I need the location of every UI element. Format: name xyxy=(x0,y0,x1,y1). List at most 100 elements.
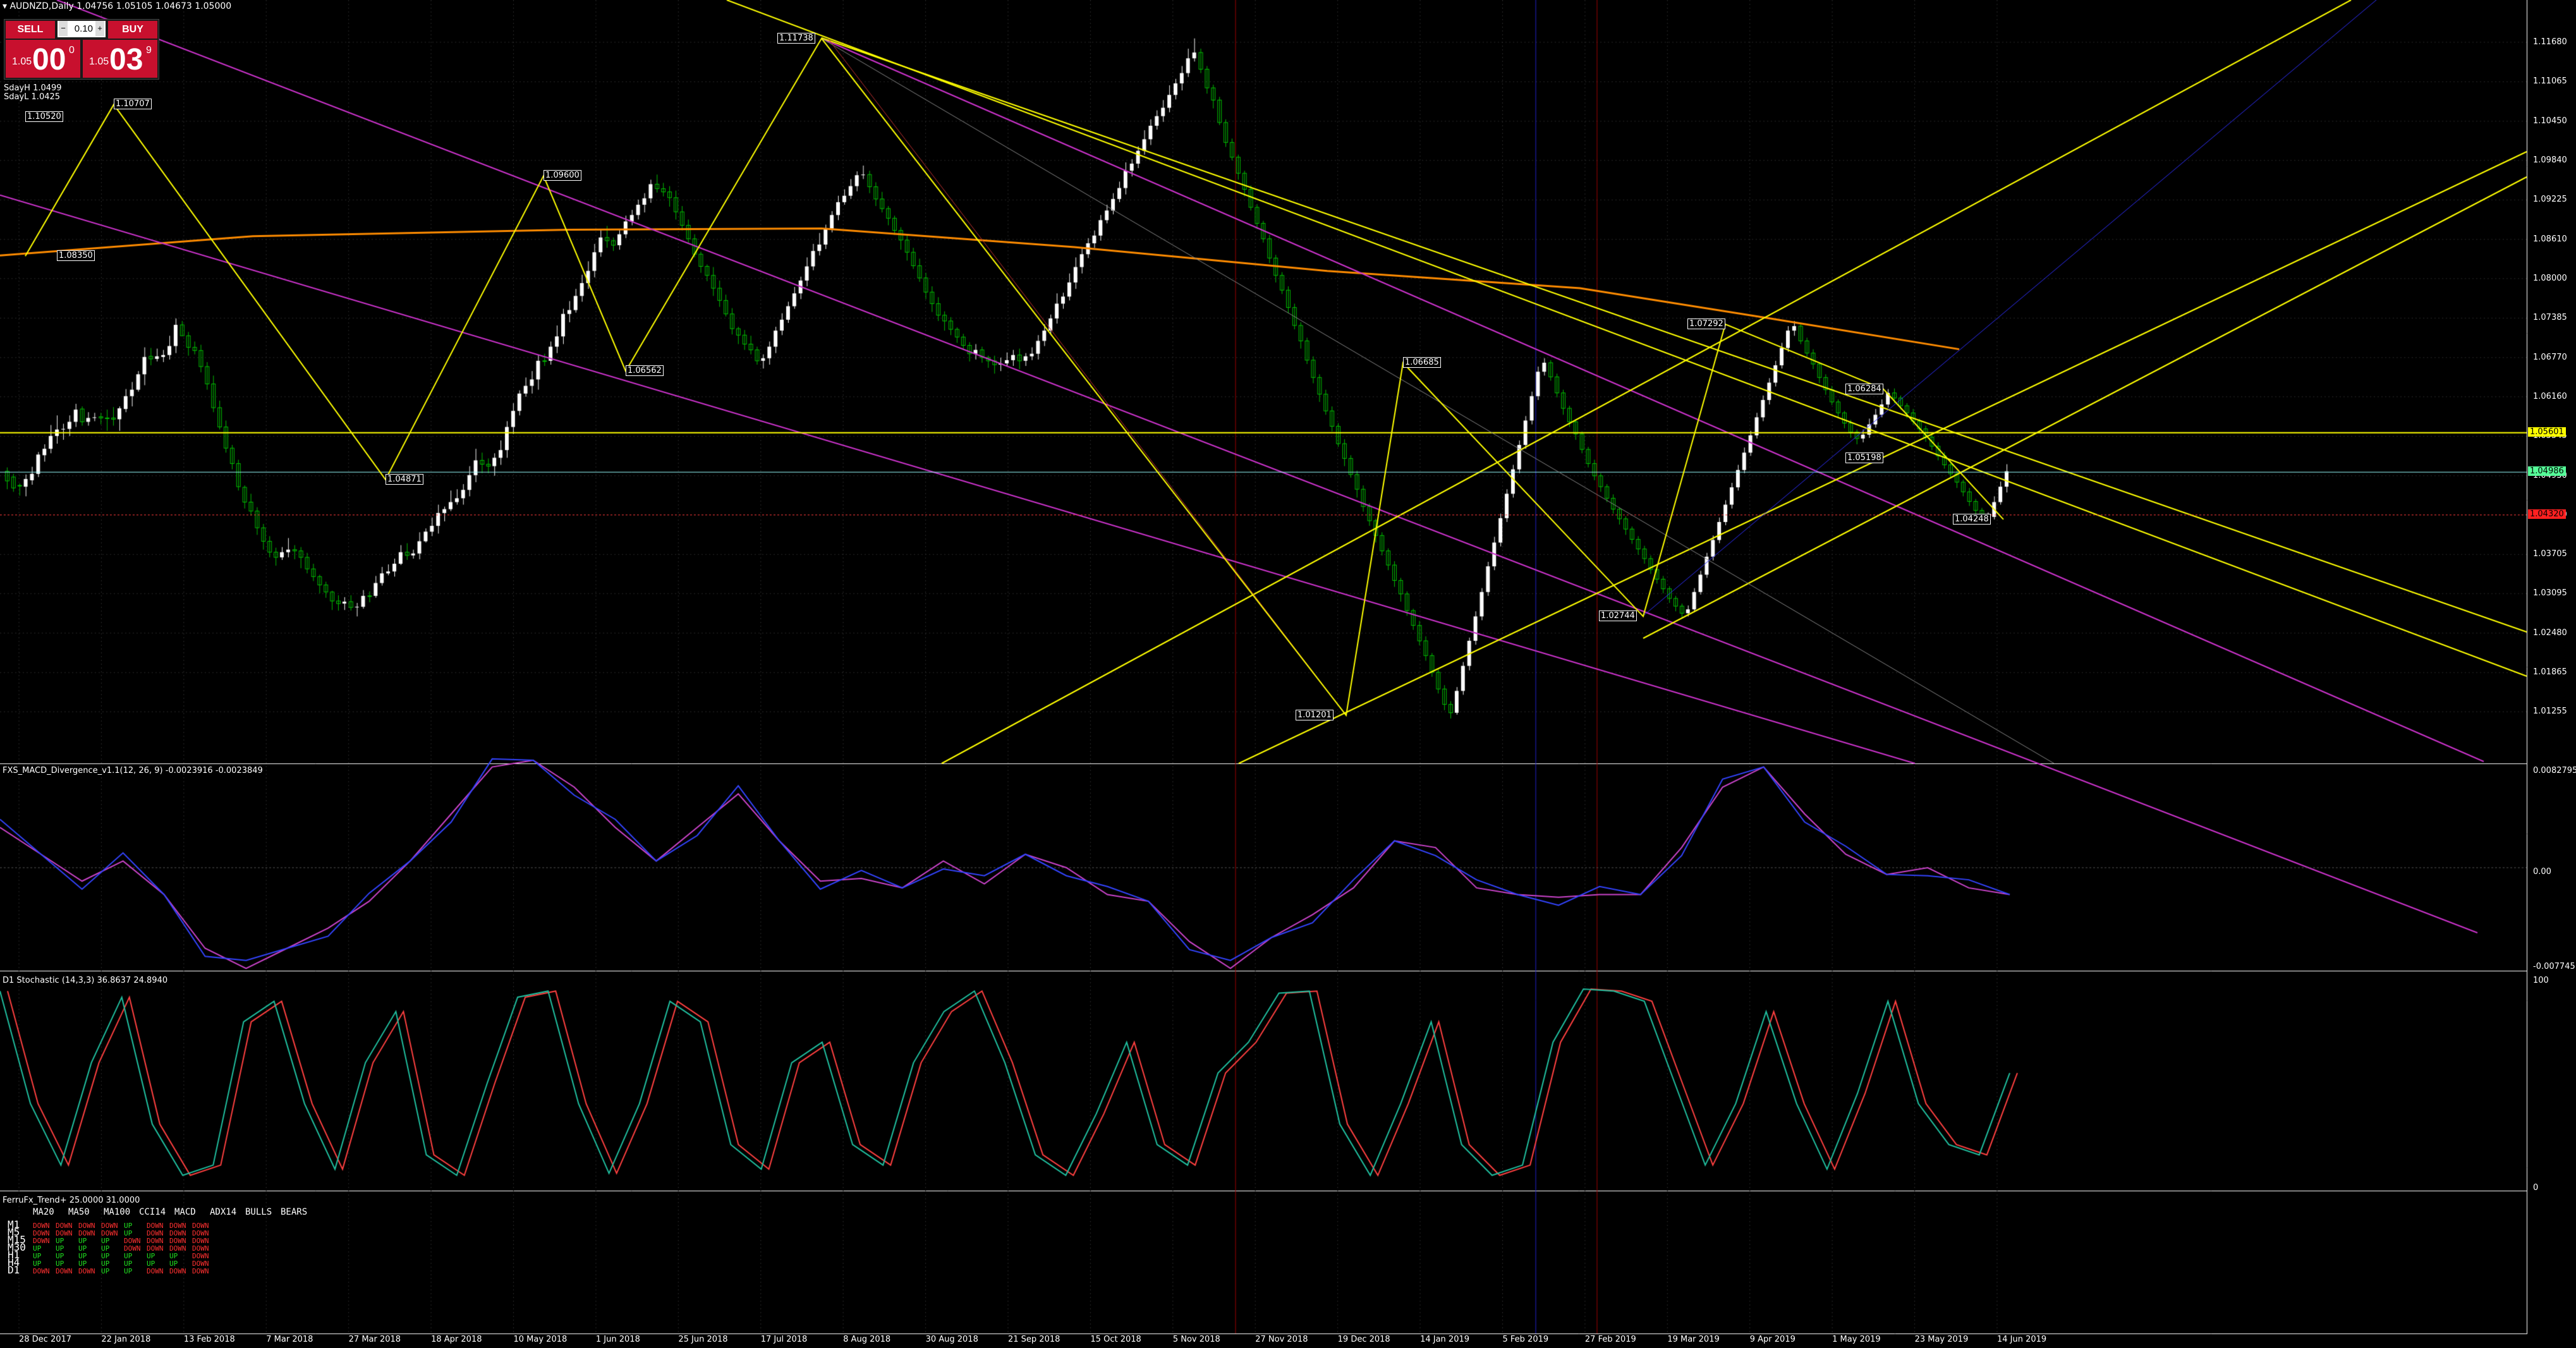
ask-price-button[interactable]: 1.05 03 9 xyxy=(83,40,157,78)
zigzag-price-label: 1.06284 xyxy=(1845,383,1883,394)
date-tick: 27 Feb 2019 xyxy=(1584,1335,1636,1344)
price-tick: 1.02480 xyxy=(2533,628,2567,638)
price-tick: 1.06770 xyxy=(2533,352,2567,362)
macd-tick-bottom: -0.007745 xyxy=(2533,962,2575,971)
bid-sup: 0 xyxy=(69,45,75,56)
sday-high-label: SdayH 1.0499 xyxy=(4,83,62,93)
trend-cell: DOWN xyxy=(78,1267,95,1275)
zigzag-price-label: 1.10520 xyxy=(25,111,63,122)
macd-tick-zero: 0.00 xyxy=(2533,867,2551,877)
date-tick: 25 Jun 2018 xyxy=(678,1335,728,1344)
date-tick: 27 Nov 2018 xyxy=(1255,1335,1308,1344)
date-tick: 7 Mar 2018 xyxy=(266,1335,313,1344)
ask-small: 1.05 xyxy=(89,56,109,67)
trend-cell: DOWN xyxy=(192,1267,209,1275)
trend-cell: DOWN xyxy=(169,1267,186,1275)
zigzag-price-label: 1.05198 xyxy=(1845,452,1883,464)
zigzag-price-label: 1.01201 xyxy=(1296,709,1334,720)
date-tick: 9 Apr 2019 xyxy=(1749,1335,1795,1344)
trend-column-header: MA100 xyxy=(104,1207,131,1217)
price-label-tag: 1.04320 xyxy=(2528,509,2566,519)
price-tick: 1.08610 xyxy=(2533,234,2567,244)
date-tick: 18 Apr 2018 xyxy=(431,1335,482,1344)
price-label-tag: 1.04986 xyxy=(2528,466,2566,477)
one-click-trading-panel: SELL 0.10 − + BUY 1.05 00 0 1.05 03 9 xyxy=(4,19,159,80)
sell-button[interactable]: SELL xyxy=(6,21,55,39)
date-tick: 19 Mar 2019 xyxy=(1667,1335,1720,1344)
trend-row: D1 DOWN DOWN DOWN UP UP DOWN DOWN DOWN xyxy=(8,1264,215,1276)
stoch-tick-0: 0 xyxy=(2533,1183,2539,1193)
price-tick: 1.06160 xyxy=(2533,391,2567,401)
stoch-tick-100: 100 xyxy=(2533,976,2549,985)
date-tick: 5 Nov 2018 xyxy=(1172,1335,1220,1344)
date-tick: 13 Feb 2018 xyxy=(183,1335,235,1344)
zigzag-price-label: 1.11738 xyxy=(777,32,815,44)
date-tick: 22 Jan 2018 xyxy=(101,1335,151,1344)
price-tick: 1.09840 xyxy=(2533,155,2567,165)
price-label-tag: 1.05601 xyxy=(2528,427,2566,437)
date-tick: 1 Jun 2018 xyxy=(595,1335,640,1344)
trend-column-header: MACD xyxy=(174,1207,196,1217)
lot-decrease-button[interactable]: − xyxy=(59,21,68,36)
symbol-icon: ▾ xyxy=(3,1,8,11)
date-tick: 19 Dec 2018 xyxy=(1337,1335,1390,1344)
price-tick: 1.03095 xyxy=(2533,588,2567,598)
date-tick: 8 Aug 2018 xyxy=(843,1335,891,1344)
trend-column-header: MA50 xyxy=(68,1207,90,1217)
zigzag-price-label: 1.04871 xyxy=(386,473,423,485)
zigzag-price-label: 1.08350 xyxy=(57,250,95,262)
bid-big: 00 xyxy=(32,43,66,76)
price-tick: 1.07385 xyxy=(2533,313,2567,323)
symbol-line: AUDNZD,Daily 1.04756 1.05105 1.04673 1.0… xyxy=(9,1,232,11)
zigzag-price-label: 1.07292 xyxy=(1687,318,1725,329)
trend-column-header: BEARS xyxy=(281,1207,308,1217)
trend-column-header: MA20 xyxy=(33,1207,54,1217)
ask-sup: 9 xyxy=(146,45,152,56)
lot-increase-button[interactable]: + xyxy=(95,21,104,36)
price-tick: 1.08000 xyxy=(2533,273,2567,283)
trend-timeframe: D1 xyxy=(8,1264,20,1276)
trend-column-header: ADX14 xyxy=(210,1207,237,1217)
date-tick: 15 Oct 2018 xyxy=(1090,1335,1141,1344)
price-tick: 1.11680 xyxy=(2533,37,2567,47)
zigzag-price-label: 1.09600 xyxy=(544,170,581,181)
price-chart-canvas[interactable] xyxy=(0,0,2576,1348)
trend-header-row: MA20 MA50 MA100 CCI14 MACD ADX14 BULLS BEARS xyxy=(33,1207,316,1217)
chart-header: ▾ AUDNZD,Daily 1.04756 1.05105 1.04673 1… xyxy=(3,1,231,11)
bid-small: 1.05 xyxy=(12,56,32,67)
ask-big: 03 xyxy=(109,43,143,76)
date-tick: 10 May 2018 xyxy=(513,1335,568,1344)
price-tick: 1.09225 xyxy=(2533,195,2567,205)
trend-cell: UP xyxy=(124,1267,133,1275)
price-tick: 1.10450 xyxy=(2533,116,2567,126)
trend-cell: DOWN xyxy=(33,1267,50,1275)
zigzag-price-label: 1.10707 xyxy=(114,99,152,110)
trend-column-header: BULLS xyxy=(245,1207,272,1217)
bid-price-button[interactable]: 1.05 00 0 xyxy=(6,40,80,78)
stoch-title: D1 Stochastic (14,3,3) 36.8637 24.8940 xyxy=(3,976,168,985)
date-tick: 1 May 2019 xyxy=(1832,1335,1881,1344)
date-tick: 27 Mar 2018 xyxy=(348,1335,401,1344)
price-tick: 1.01255 xyxy=(2533,707,2567,717)
date-tick: 14 Jan 2019 xyxy=(1420,1335,1470,1344)
trend-title: FerruFx_Trend+ 25.0000 31.0000 xyxy=(3,1196,140,1205)
zigzag-price-label: 1.06562 xyxy=(626,365,664,377)
date-tick: 21 Sep 2018 xyxy=(1008,1335,1060,1344)
date-tick: 5 Feb 2019 xyxy=(1502,1335,1549,1344)
zigzag-price-label: 1.02744 xyxy=(1599,610,1637,622)
macd-title: FXS_MACD_Divergence_v1.1(12, 26, 9) -0.0… xyxy=(3,766,263,775)
trend-cell: DOWN xyxy=(147,1267,164,1275)
date-tick: 23 May 2019 xyxy=(1914,1335,1969,1344)
trend-cell: DOWN xyxy=(56,1267,73,1275)
trend-cell: UP xyxy=(101,1267,110,1275)
zigzag-price-label: 1.06685 xyxy=(1403,356,1441,368)
macd-tick-top: 0.0082795 xyxy=(2533,766,2576,775)
sday-low-label: SdayL 1.0425 xyxy=(4,92,61,102)
date-tick: 30 Aug 2018 xyxy=(925,1335,978,1344)
date-tick: 17 Jul 2018 xyxy=(760,1335,808,1344)
date-tick: 14 Jun 2019 xyxy=(1997,1335,2047,1344)
date-tick: 28 Dec 2017 xyxy=(19,1335,72,1344)
price-tick: 1.03705 xyxy=(2533,549,2567,559)
zigzag-price-label: 1.04248 xyxy=(1953,513,1991,525)
buy-button[interactable]: BUY xyxy=(108,21,157,39)
